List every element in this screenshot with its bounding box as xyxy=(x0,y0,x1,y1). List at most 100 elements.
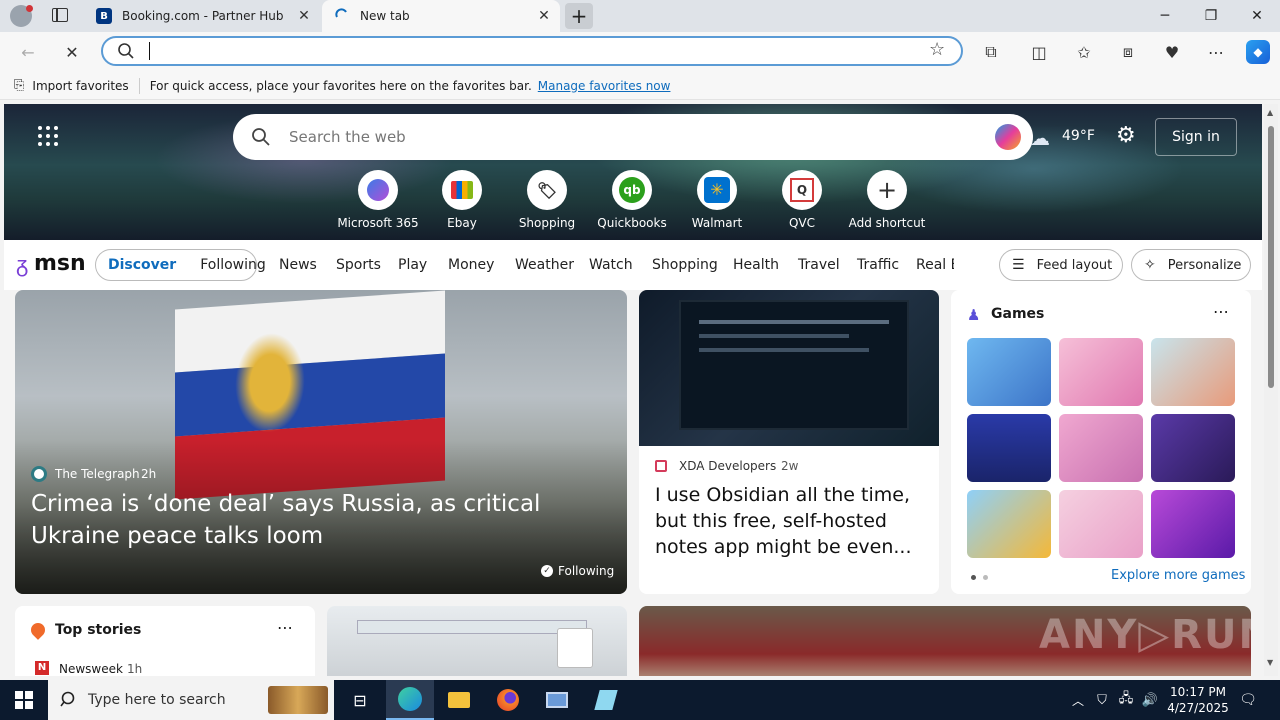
close-tab-icon[interactable]: ✕ xyxy=(296,8,312,24)
story-headline[interactable]: I use Obsidian all the time, but this fr… xyxy=(655,482,927,560)
shortcut-walmart[interactable]: ✳ Walmart xyxy=(675,170,759,230)
performance-icon[interactable]: ♥ xyxy=(1160,40,1184,64)
close-tab-icon[interactable]: ✕ xyxy=(536,8,552,24)
msn-logo[interactable]: msn xyxy=(34,251,86,276)
hero-story-card[interactable]: The Telegraph 2h Crimea is ‘done deal’ s… xyxy=(15,290,627,594)
address-input[interactable] xyxy=(149,42,152,60)
copilot-search-icon[interactable] xyxy=(995,124,1021,150)
sign-in-button[interactable]: Sign in xyxy=(1155,118,1237,156)
tab-discover[interactable]: Discover xyxy=(108,257,176,273)
story-card-crowd[interactable]: ANY▷RUN xyxy=(639,606,1251,676)
copilot-icon[interactable]: ◆ xyxy=(1246,40,1270,64)
carousel-dot-active[interactable] xyxy=(971,575,976,580)
shortcut-microsoft-365[interactable]: Microsoft 365 xyxy=(336,170,420,230)
shortcut-ebay[interactable]: Ebay xyxy=(420,170,504,230)
game-tile[interactable] xyxy=(1151,490,1235,558)
nav-real-estate[interactable]: Real E xyxy=(916,257,954,273)
stop-loading-icon[interactable]: ✕ xyxy=(60,40,84,64)
story-source[interactable]: Newsweek xyxy=(59,662,123,676)
personalize-button[interactable]: ✧ Personalize xyxy=(1131,249,1251,281)
story-source[interactable]: The Telegraph xyxy=(55,467,140,481)
volume-icon[interactable]: 🔊 xyxy=(1140,680,1160,720)
firefox-icon[interactable] xyxy=(484,680,532,720)
shortcut-qvc[interactable]: Q QVC xyxy=(760,170,844,230)
nav-money[interactable]: Money xyxy=(448,257,494,273)
restore-button[interactable]: ❐ xyxy=(1188,0,1234,32)
apps-grid-icon[interactable] xyxy=(38,126,58,146)
close-window-button[interactable]: ✕ xyxy=(1234,0,1280,32)
web-search-input[interactable]: Search the web xyxy=(289,128,406,146)
taskbar-search-box[interactable]: Type here to search xyxy=(48,680,334,720)
following-badge[interactable]: ✓ Following xyxy=(541,564,614,578)
extensions-icon[interactable]: ⧉ xyxy=(979,40,1003,64)
security-icon[interactable]: ⛉ xyxy=(1092,680,1112,720)
tab-actions-icon[interactable] xyxy=(52,8,68,22)
tab-booking[interactable]: B Booking.com - Partner Hub ✕ xyxy=(84,0,320,32)
game-tile[interactable] xyxy=(1151,414,1235,482)
weather-temperature[interactable]: 49°F xyxy=(1062,128,1095,144)
nav-sports[interactable]: Sports xyxy=(336,257,381,273)
back-icon[interactable]: ← xyxy=(16,40,40,64)
edge-taskbar-icon[interactable] xyxy=(386,680,434,720)
import-favorites-button[interactable]: Import favorites xyxy=(32,79,128,93)
story-source[interactable]: XDA Developers xyxy=(679,459,776,473)
game-tile[interactable] xyxy=(967,338,1051,406)
shopping-tag-icon: 🏷 xyxy=(527,170,567,210)
nav-shopping[interactable]: Shopping xyxy=(652,257,718,273)
tab-new-tab[interactable]: New tab ✕ xyxy=(322,0,560,32)
new-tab-button[interactable]: + xyxy=(565,3,593,29)
game-tile[interactable] xyxy=(967,414,1051,482)
story-headline[interactable]: Crimea is ‘done deal’ says Russia, as cr… xyxy=(31,488,611,552)
carousel-dot[interactable] xyxy=(983,575,988,580)
manage-favorites-link[interactable]: Manage favorites now xyxy=(538,79,671,93)
game-tile[interactable] xyxy=(1059,338,1143,406)
nav-health[interactable]: Health xyxy=(733,257,779,273)
games-card: ♟ Games ⋯ Explore more games xyxy=(951,290,1251,594)
side-story-card[interactable]: XDA Developers 2w I use Obsidian all the… xyxy=(639,290,939,594)
weather-cloud-icon[interactable]: ☁ xyxy=(1030,126,1050,150)
games-icon: ♟ xyxy=(967,306,981,324)
clock[interactable]: 10:17 PM 4/27/2025 xyxy=(1162,680,1234,720)
nav-travel[interactable]: Travel xyxy=(798,257,840,273)
games-more-icon[interactable]: ⋯ xyxy=(1213,302,1229,321)
remote-desktop-icon[interactable] xyxy=(534,680,580,720)
task-view-icon[interactable]: ⊟ xyxy=(338,680,382,720)
tab-following[interactable]: Following xyxy=(200,257,266,273)
feed-layout-button[interactable]: ☰ Feed layout xyxy=(999,249,1123,281)
favorites-icon[interactable]: ✩ xyxy=(1072,40,1096,64)
nav-weather[interactable]: Weather xyxy=(515,257,574,273)
msn-butterfly-icon[interactable]: ᵹ xyxy=(16,252,28,278)
game-tile[interactable] xyxy=(1151,338,1235,406)
shortcut-shopping[interactable]: 🏷 Shopping xyxy=(505,170,589,230)
nav-traffic[interactable]: Traffic xyxy=(857,257,899,273)
settings-gear-icon[interactable]: ⚙ xyxy=(1116,123,1136,148)
file-explorer-icon[interactable] xyxy=(436,680,482,720)
game-tile[interactable] xyxy=(1059,414,1143,482)
notifications-icon[interactable]: 🗨 xyxy=(1236,680,1260,720)
show-hidden-icons[interactable]: ︿ xyxy=(1068,680,1088,720)
story-card-garage[interactable] xyxy=(327,606,627,676)
split-screen-icon[interactable]: ◫ xyxy=(1027,40,1051,64)
import-favorites-icon[interactable]: ⎘ xyxy=(14,78,24,93)
game-tile[interactable] xyxy=(1059,490,1143,558)
nav-watch[interactable]: Watch xyxy=(589,257,633,273)
nav-news[interactable]: News xyxy=(279,257,317,273)
favorite-star-icon[interactable]: ☆ xyxy=(929,39,945,60)
minimize-button[interactable]: ─ xyxy=(1142,0,1188,32)
profile-icon[interactable] xyxy=(10,5,33,27)
more-menu-icon[interactable]: ⋯ xyxy=(1204,40,1228,64)
address-bar[interactable]: ☆ xyxy=(101,36,963,66)
notepad-icon[interactable] xyxy=(582,680,630,720)
collections-icon[interactable]: ⧈ xyxy=(1116,40,1140,64)
taskbar-search-input[interactable]: Type here to search xyxy=(88,692,226,708)
web-search-box[interactable]: Search the web xyxy=(233,114,1033,160)
shortcut-quickbooks[interactable]: qb Quickbooks xyxy=(590,170,674,230)
shortcut-add[interactable]: + Add shortcut xyxy=(845,170,929,230)
windows-start-icon[interactable] xyxy=(0,680,48,720)
top-stories-more-icon[interactable]: ⋯ xyxy=(277,618,293,637)
nav-play[interactable]: Play xyxy=(398,257,427,273)
page-scrollbar[interactable]: ▲ ▼ xyxy=(1264,104,1278,676)
game-tile[interactable] xyxy=(967,490,1051,558)
explore-more-games-link[interactable]: Explore more games xyxy=(1111,568,1245,583)
network-icon[interactable]: 🖧 xyxy=(1116,680,1136,720)
